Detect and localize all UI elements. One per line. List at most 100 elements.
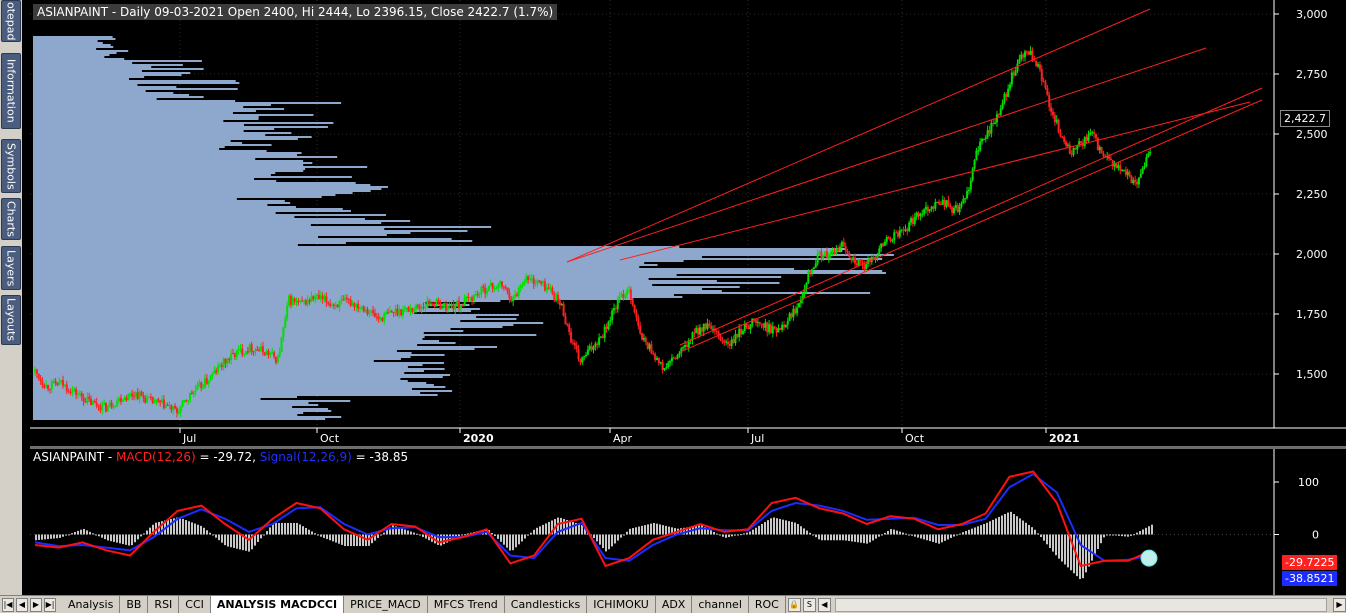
sheet-tab-bb[interactable]: BB <box>120 596 149 613</box>
sheet-tab-roc[interactable]: ROC <box>749 596 786 613</box>
candle-body <box>964 198 967 200</box>
histogram-bar <box>986 522 988 535</box>
volume-profile-bar <box>33 194 336 196</box>
candle-body <box>1061 136 1064 138</box>
sheet-tab-ichimoku[interactable]: ICHIMOKU <box>587 596 656 613</box>
candle-body <box>725 341 728 343</box>
side-tab-symbols[interactable]: Symbols <box>1 139 21 193</box>
volume-profile-bar <box>33 104 271 106</box>
sheet-tab-mfcs-trend[interactable]: MFCS Trend <box>428 596 505 613</box>
macd-title-signal-label: Signal(12,26,9) <box>259 450 352 464</box>
histogram-bar <box>920 534 922 539</box>
candle-body <box>908 222 911 232</box>
macd-title-macd-value: = -29.72, <box>195 450 260 464</box>
candle-body <box>136 392 139 399</box>
histogram-bar <box>614 534 616 544</box>
volume-profile-bar <box>33 148 220 150</box>
histogram-bar <box>509 534 511 551</box>
prev-sheet-button[interactable]: ◀ <box>16 597 28 612</box>
histogram-bar <box>533 529 535 535</box>
last-sheet-button[interactable]: ▶| <box>44 597 56 612</box>
volume-profile-bar <box>33 296 683 298</box>
sync-scroll-icon[interactable]: S <box>802 597 816 612</box>
candle-body <box>231 353 234 355</box>
sheet-tab-price-macd[interactable]: PRICE_MACD <box>344 596 428 613</box>
candle-body <box>775 328 778 333</box>
histogram-bar <box>641 525 643 535</box>
candle-body <box>997 114 1000 116</box>
sheet-tab-rsi[interactable]: RSI <box>148 596 180 613</box>
sheet-tab-candlesticks[interactable]: Candlesticks <box>505 596 588 613</box>
candle-body <box>301 300 304 302</box>
candle-body <box>900 229 903 231</box>
histogram-bar <box>128 534 130 546</box>
histogram-bar <box>188 521 190 535</box>
price-x-tick-label: 2021 <box>1049 432 1080 445</box>
histogram-bar <box>656 523 658 535</box>
histogram-bar <box>104 534 106 540</box>
candle-body <box>213 370 216 374</box>
side-tab-strip: otepad Information Symbols Charts Layers Layo… <box>0 0 22 595</box>
candle-body <box>904 229 907 231</box>
side-tab-layouts[interactable]: Layouts <box>1 295 21 345</box>
volume-profile-bar <box>33 214 387 216</box>
volume-profile <box>33 36 894 420</box>
sheet-tab-analysis-macdcci[interactable]: ANALYSIS MACDCCI <box>210 596 345 613</box>
candle-body <box>370 310 373 313</box>
histogram-bar <box>773 517 775 535</box>
candle-body <box>669 361 672 363</box>
candle-body <box>353 303 356 308</box>
volume-profile-bar <box>33 144 272 146</box>
sheet-tab-adx[interactable]: ADX <box>656 596 693 613</box>
scroll-left-icon[interactable]: ◀ <box>817 597 831 612</box>
candle-body <box>379 317 382 320</box>
price-y-tick-label: 2,750 <box>1296 68 1328 81</box>
macd-last-value-marker: -29.7225 <box>1282 555 1338 570</box>
lock-icon[interactable]: 🔒 <box>787 597 801 612</box>
volume-profile-bar <box>33 292 871 294</box>
histogram-bar <box>230 534 232 548</box>
histogram-bar <box>899 531 901 535</box>
candle-body <box>949 205 952 208</box>
histogram-bar <box>77 530 79 535</box>
histogram-bar <box>218 534 220 541</box>
histogram-bar <box>758 525 760 535</box>
horizontal-scrollbar[interactable] <box>834 597 1327 612</box>
candle-body <box>825 251 828 259</box>
histogram-bar <box>134 534 136 543</box>
candle-body <box>837 248 840 251</box>
candle-body <box>652 353 655 355</box>
volume-profile-bar <box>33 330 464 332</box>
candle-body <box>831 250 834 254</box>
side-tab-information[interactable]: Information <box>1 53 21 129</box>
histogram-bar <box>116 534 118 543</box>
first-sheet-button[interactable]: |◀ <box>2 597 14 612</box>
candle-body <box>258 350 261 352</box>
histogram-bar <box>1112 534 1114 536</box>
histogram-bar <box>821 534 823 541</box>
candle-body <box>325 296 328 303</box>
scroll-right-icon[interactable]: ▶ <box>1333 597 1346 612</box>
candle-body <box>1018 59 1021 64</box>
histogram-bar <box>338 534 340 544</box>
sheet-tab-analysis[interactable]: Analysis <box>62 596 121 613</box>
volume-profile-bar <box>33 362 444 364</box>
volume-profile-bar <box>33 110 256 112</box>
side-tab-otepad[interactable]: otepad <box>1 0 21 42</box>
candle-body <box>674 358 677 360</box>
sheet-tab-channel[interactable]: channel <box>692 596 749 613</box>
candle-body <box>915 212 918 218</box>
candle-body <box>527 276 530 280</box>
side-tab-charts[interactable]: Charts <box>1 198 21 240</box>
price-x-tick-label: Oct <box>320 432 340 445</box>
candle-body <box>1063 137 1066 142</box>
histogram-bar <box>539 526 541 535</box>
price-chart-pane[interactable]: 1,500 1,750 2,000 2,250 2,500 2,750 3,000 Jul Oc… <box>30 0 1346 450</box>
next-sheet-button[interactable]: ▶ <box>30 597 42 612</box>
candle-body <box>923 209 926 214</box>
histogram-bar <box>1043 534 1045 541</box>
side-tab-layers[interactable]: Layers <box>1 246 21 290</box>
candle-body <box>1007 88 1010 97</box>
sheet-tab-cci[interactable]: CCI <box>179 596 211 613</box>
macd-chart-pane[interactable]: 0 100 ASIANPAINT - MACD(12,26) = -29.72, … <box>30 449 1346 595</box>
